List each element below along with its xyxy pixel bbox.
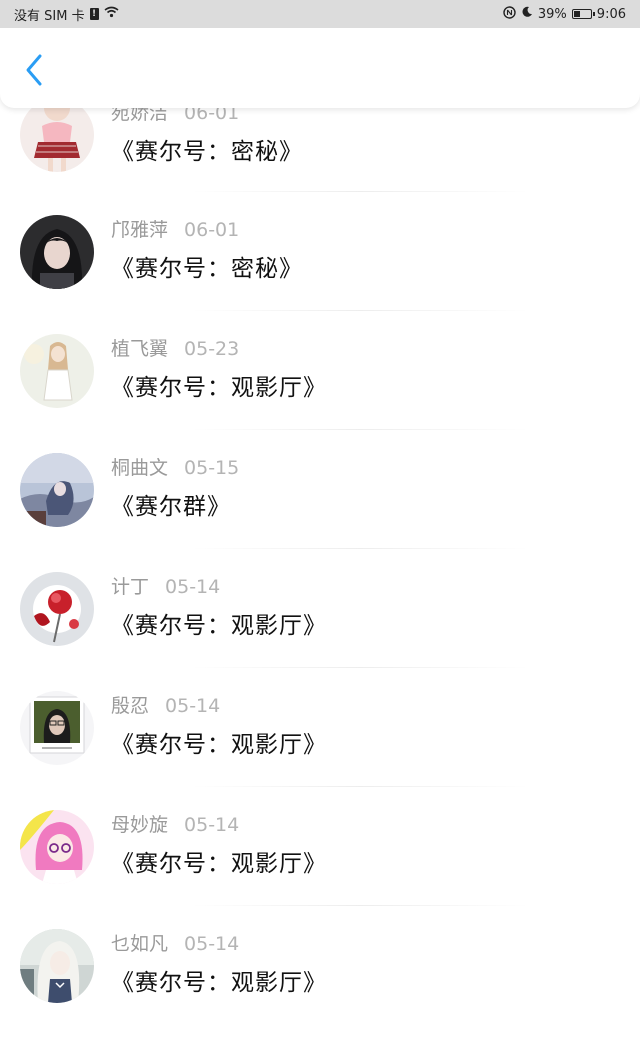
item-date: 05-14 — [165, 695, 221, 717]
item-date: 06-01 — [184, 219, 240, 241]
item-title: 《赛尔号：密秘》 — [111, 139, 303, 165]
avatar — [20, 334, 94, 408]
item-title: 《赛尔号：观影厅》 — [111, 613, 327, 639]
list-item[interactable]: 母妙旋 05-14 《赛尔号：观影厅》 — [0, 810, 640, 928]
item-meta: 邝雅萍 06-01 — [111, 215, 239, 242]
item-meta: 殷忍 05-14 — [111, 691, 220, 718]
item-date: 05-14 — [165, 576, 221, 598]
item-date: 05-14 — [184, 814, 240, 836]
item-title: 《赛尔号：观影厅》 — [111, 375, 327, 401]
avatar — [20, 691, 94, 765]
sender-name: 邝雅萍 — [111, 219, 169, 241]
divider — [190, 191, 530, 192]
battery-icon — [571, 9, 595, 19]
item-meta: 乜如凡 05-14 — [111, 929, 239, 956]
item-title: 《赛尔号：观影厅》 — [111, 970, 327, 996]
sender-name: 殷忍 — [111, 695, 150, 717]
divider — [190, 667, 530, 668]
item-title: 《赛尔号：密秘》 — [111, 256, 303, 282]
list-item[interactable]: 植飞翼 05-23 《赛尔号：观影厅》 — [0, 334, 640, 452]
list-item[interactable]: 桐曲文 05-15 《赛尔群》 — [0, 453, 640, 571]
sender-name: 植飞翼 — [111, 338, 169, 360]
nfc-icon — [503, 5, 516, 23]
chevron-left-icon — [26, 54, 42, 86]
divider — [190, 548, 530, 549]
carrier-text: 没有 SIM 卡 — [14, 8, 85, 24]
list-item[interactable]: 殷忍 05-14 《赛尔号：观影厅》 — [0, 691, 640, 809]
moon-icon — [521, 6, 533, 22]
status-bar: 没有 SIM 卡 ! 39% 9:06 — [0, 0, 640, 28]
list-item[interactable]: 邝雅萍 06-01 《赛尔号：密秘》 — [0, 215, 640, 333]
item-title: 《赛尔群》 — [111, 494, 231, 520]
avatar — [20, 810, 94, 884]
item-date: 05-23 — [184, 338, 240, 360]
divider — [190, 905, 530, 906]
item-meta: 桐曲文 05-15 — [111, 453, 239, 480]
clock-time: 9:06 — [596, 6, 626, 22]
item-date: 05-15 — [184, 457, 240, 479]
item-date: 05-14 — [184, 933, 240, 955]
item-meta: 植飞翼 05-23 — [111, 334, 239, 361]
avatar — [20, 929, 94, 1003]
battery-percent: 39% — [537, 6, 567, 22]
avatar — [20, 215, 94, 289]
sender-name: 母妙旋 — [111, 814, 169, 836]
top-nav-bar — [0, 28, 640, 108]
avatar — [20, 453, 94, 527]
item-title: 《赛尔号：观影厅》 — [111, 851, 327, 877]
list-item[interactable]: 宛娇洁 06-01 《赛尔号：密秘》 — [0, 98, 640, 216]
item-meta: 计丁 05-14 — [111, 572, 220, 599]
sender-name: 计丁 — [111, 576, 150, 598]
item-title: 《赛尔号：观影厅》 — [111, 732, 327, 758]
item-meta: 母妙旋 05-14 — [111, 810, 239, 837]
sim-alert-icon: ! — [89, 8, 99, 20]
divider — [190, 786, 530, 787]
wifi-icon — [104, 6, 119, 22]
status-left: 没有 SIM 卡 ! — [14, 5, 119, 24]
avatar — [20, 572, 94, 646]
list-item[interactable]: 计丁 05-14 《赛尔号：观影厅》 — [0, 572, 640, 690]
divider — [190, 429, 530, 430]
sender-name: 乜如凡 — [111, 933, 169, 955]
back-button[interactable] — [16, 50, 52, 90]
list-item[interactable]: 乜如凡 05-14 《赛尔号：观影厅》 — [0, 929, 640, 1047]
sender-name: 桐曲文 — [111, 457, 169, 479]
avatar — [20, 98, 94, 172]
divider — [190, 310, 530, 311]
status-right: 39% 9:06 — [503, 5, 626, 23]
